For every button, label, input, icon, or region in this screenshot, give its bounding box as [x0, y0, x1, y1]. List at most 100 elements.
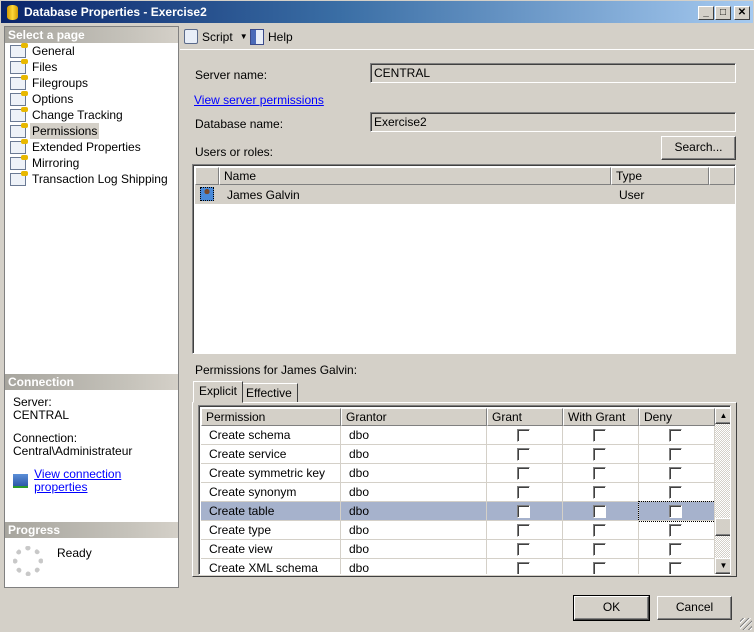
script-label: Script [202, 29, 233, 44]
grant-checkbox[interactable] [517, 543, 530, 556]
cell-permission: Create XML schema coll... [201, 559, 341, 574]
with-grant-checkbox[interactable] [593, 562, 606, 574]
connection-value: Central\Administrateur [13, 444, 133, 458]
sidebar-item-label: Files [32, 60, 58, 74]
grant-checkbox[interactable] [517, 486, 530, 499]
minimize-button[interactable]: _ [698, 6, 714, 20]
perm-header-3[interactable]: With Grant [563, 408, 639, 426]
tab-panel: Permission Grantor Grant With Grant Deny Cre… [192, 402, 737, 577]
grant-checkbox[interactable] [517, 562, 530, 574]
script-button[interactable]: Script ▼ [184, 29, 248, 44]
cell-with_grant [563, 464, 639, 483]
close-button[interactable]: ✕ [734, 6, 750, 20]
deny-checkbox[interactable] [669, 562, 682, 574]
ok-button[interactable]: OK [573, 595, 650, 621]
cell-permission: Create type [201, 521, 341, 540]
grant-checkbox[interactable] [517, 429, 530, 442]
perm-header-0[interactable]: Permission [201, 408, 341, 426]
cell-grant [487, 502, 563, 521]
help-button[interactable]: Help [250, 29, 293, 45]
with-grant-checkbox[interactable] [593, 543, 606, 556]
connection-section: Connection Server: CENTRAL Connection: C… [5, 374, 178, 584]
sidebar-item-permissions[interactable]: Permissions [5, 122, 178, 139]
connection-properties-icon [13, 474, 29, 488]
sidebar-item-filegroups[interactable]: Filegroups [5, 74, 178, 91]
grant-checkbox[interactable] [517, 524, 530, 537]
sidebar-item-general[interactable]: General [5, 42, 178, 59]
view-server-permissions-link[interactable]: View server permissions [194, 93, 324, 107]
users-header-type[interactable]: Type [611, 167, 709, 185]
grant-checkbox[interactable] [517, 467, 530, 480]
grant-checkbox[interactable] [517, 505, 530, 518]
table-row[interactable]: Create view dbo [201, 540, 715, 559]
table-row[interactable]: Create table dbo [201, 501, 716, 522]
cell-with_grant [563, 502, 639, 521]
users-header-icon-col [195, 167, 219, 185]
sidebar-item-label: General [32, 44, 75, 58]
with-grant-checkbox[interactable] [593, 505, 606, 518]
perm-header-1[interactable]: Grantor [341, 408, 487, 426]
users-header-extra [709, 167, 735, 185]
cell-deny [639, 483, 715, 502]
title-bar: Database Properties - Exercise2 _ □ ✕ [0, 0, 754, 24]
deny-checkbox[interactable] [669, 505, 682, 518]
deny-checkbox[interactable] [669, 524, 682, 537]
sidebar-item-label: Mirroring [32, 156, 80, 170]
page-icon [10, 170, 28, 186]
help-label: Help [268, 30, 293, 44]
cell-deny [639, 559, 715, 574]
progress-header: Progress [5, 522, 178, 538]
users-header-name[interactable]: Name [219, 167, 611, 185]
scroll-down-button[interactable]: ▼ [715, 558, 730, 574]
sidebar-item-mirroring[interactable]: Mirroring [5, 154, 178, 171]
scroll-up-button[interactable]: ▲ [715, 408, 730, 424]
cell-with_grant [563, 426, 639, 445]
sidebar-item-files[interactable]: Files [5, 58, 178, 75]
maximize-button[interactable]: □ [715, 6, 731, 20]
with-grant-checkbox[interactable] [593, 486, 606, 499]
cell-deny [639, 426, 715, 445]
cancel-button[interactable]: Cancel [657, 596, 732, 620]
cell-permission: Create synonym [201, 483, 341, 502]
view-connection-properties-link[interactable]: View connection properties [34, 468, 170, 494]
with-grant-checkbox[interactable] [593, 429, 606, 442]
deny-checkbox[interactable] [669, 486, 682, 499]
with-grant-checkbox[interactable] [593, 524, 606, 537]
sidebar-item-extended-properties[interactable]: Extended Properties [5, 138, 178, 155]
with-grant-checkbox[interactable] [593, 448, 606, 461]
scroll-thumb[interactable] [715, 518, 730, 536]
sidebar-item-options[interactable]: Options [5, 90, 178, 107]
sidebar-item-label: Transaction Log Shipping [32, 172, 168, 186]
tab-effective[interactable]: Effective [240, 383, 298, 403]
table-row[interactable]: Create schema dbo [201, 426, 715, 445]
resize-grip-icon[interactable] [740, 618, 752, 630]
table-row[interactable]: Create synonym dbo [201, 483, 715, 502]
sidebar-item-label: Options [32, 92, 74, 106]
table-row[interactable]: Create service dbo [201, 445, 715, 464]
perm-header-2[interactable]: Grant [487, 408, 563, 426]
progress-status: Ready [57, 546, 92, 560]
deny-checkbox[interactable] [669, 429, 682, 442]
deny-checkbox[interactable] [669, 467, 682, 480]
toolbar: Script ▼ Help [180, 26, 754, 50]
grant-checkbox[interactable] [517, 448, 530, 461]
deny-checkbox[interactable] [669, 448, 682, 461]
perm-header-4[interactable]: Deny [639, 408, 715, 426]
table-row[interactable]: Create symmetric key dbo [201, 464, 715, 483]
table-row[interactable]: James Galvin User [195, 185, 735, 204]
tab-explicit[interactable]: Explicit [193, 381, 244, 403]
cell-with_grant [563, 559, 639, 574]
table-row[interactable]: Create type dbo [201, 521, 715, 540]
scrollbar[interactable]: ▲ ▼ [715, 408, 730, 574]
cell-deny [639, 464, 715, 483]
sidebar-item-change-tracking[interactable]: Change Tracking [5, 106, 178, 123]
table-row[interactable]: Create XML schema coll...dbo [201, 559, 715, 574]
sidebar-item-transaction-log-shipping[interactable]: Transaction Log Shipping [5, 170, 178, 187]
deny-checkbox[interactable] [669, 543, 682, 556]
cell-permission: Create view [201, 540, 341, 559]
sidebar-item-label: Permissions [30, 123, 100, 139]
dropdown-arrow-icon: ▼ [239, 32, 248, 41]
search-button[interactable]: Search... [661, 136, 736, 160]
server-name-label: Server name: [195, 68, 268, 82]
with-grant-checkbox[interactable] [593, 467, 606, 480]
